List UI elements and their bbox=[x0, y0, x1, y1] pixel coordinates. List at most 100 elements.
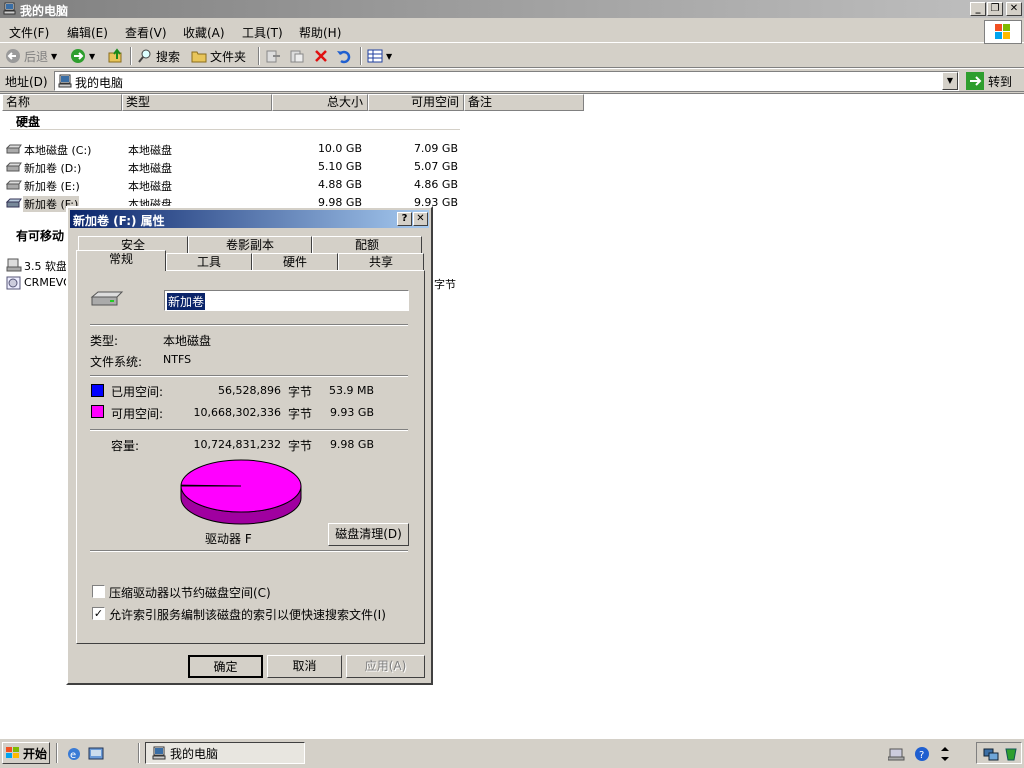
window-titlebar[interactable]: 我的电脑 _ ❐ ✕ bbox=[0, 0, 1024, 18]
column-name[interactable]: 名称 bbox=[2, 94, 122, 111]
folders-button[interactable]: 文件夹 bbox=[191, 46, 246, 66]
go-button[interactable]: 转到 bbox=[966, 72, 1012, 90]
move-to-button[interactable] bbox=[265, 46, 281, 66]
compress-label: 压缩驱动器以节约磁盘空间(C) bbox=[109, 586, 271, 600]
folder-icon bbox=[191, 51, 207, 63]
group-header-removable: 有可移动 bbox=[16, 229, 65, 243]
index-checkbox[interactable]: ✓ bbox=[92, 607, 105, 620]
views-grid-icon bbox=[367, 49, 383, 63]
forward-button[interactable]: ▼ bbox=[70, 46, 95, 66]
tab-quota[interactable]: 配额 bbox=[312, 236, 422, 254]
used-space-swatch bbox=[91, 384, 104, 397]
dialog-title: 新加卷 (F:) 属性 bbox=[73, 214, 165, 228]
menu-favorites[interactable]: 收藏(A) bbox=[183, 24, 225, 41]
network-status-icon[interactable] bbox=[983, 746, 999, 762]
copy-to-button[interactable] bbox=[289, 46, 305, 66]
copy-to-icon bbox=[290, 50, 304, 63]
floppy-drive-icon bbox=[6, 258, 22, 272]
delete-x-icon bbox=[315, 50, 327, 62]
svg-text:?: ? bbox=[919, 750, 924, 761]
computer-icon bbox=[152, 746, 166, 760]
free-space-swatch bbox=[91, 405, 104, 418]
filesystem-label: 文件系统: bbox=[90, 355, 143, 369]
scroll-arrows-icon[interactable] bbox=[940, 745, 950, 763]
computer-icon bbox=[58, 74, 72, 88]
minimize-button[interactable]: _ bbox=[970, 2, 986, 16]
tab-general[interactable]: 常规 bbox=[76, 250, 166, 271]
drive-row[interactable]: 新加卷 (E:) 本地磁盘 4.88 GB 4.86 GB bbox=[6, 176, 466, 194]
tab-hardware[interactable]: 硬件 bbox=[252, 253, 338, 271]
free-space-bytes: 10,668,302,336 bbox=[193, 406, 281, 419]
apply-button[interactable]: 应用(A) bbox=[346, 655, 425, 678]
type-value: 本地磁盘 bbox=[163, 334, 212, 348]
properties-dialog: 新加卷 (F:) 属性 ? ✕ 安全 卷影副本 配额 常规 工具 硬件 共享 新… bbox=[66, 206, 433, 685]
drive-letter-label: 驱动器 F bbox=[205, 532, 252, 546]
type-label: 类型: bbox=[90, 334, 119, 348]
compress-checkbox[interactable] bbox=[92, 585, 105, 598]
menu-view[interactable]: 查看(V) bbox=[125, 24, 167, 41]
tab-shadow-copies[interactable]: 卷影副本 bbox=[188, 236, 312, 254]
start-button[interactable]: 开始 bbox=[2, 742, 50, 764]
security-icon[interactable] bbox=[1003, 746, 1019, 762]
help-icon[interactable]: ? bbox=[914, 746, 930, 762]
menu-tools[interactable]: 工具(T) bbox=[242, 24, 283, 41]
ok-button[interactable]: 确定 bbox=[188, 655, 263, 678]
forward-arrow-icon bbox=[71, 49, 85, 63]
menu-bar: 文件(F) 编辑(E) 查看(V) 收藏(A) 工具(T) 帮助(H) bbox=[0, 19, 1024, 43]
windows-logo bbox=[984, 20, 1022, 44]
go-arrow-icon bbox=[966, 72, 984, 90]
address-input[interactable]: 我的电脑 ▼ bbox=[54, 71, 959, 91]
taskbar: 开始 e 我的电脑 ? bbox=[0, 738, 1024, 768]
window-title: 我的电脑 bbox=[20, 4, 69, 18]
cd-drive-icon bbox=[6, 276, 21, 290]
address-dropdown-button[interactable]: ▼ bbox=[942, 72, 958, 90]
disk-usage-pie-chart bbox=[180, 459, 302, 525]
menu-file[interactable]: 文件(F) bbox=[9, 24, 49, 41]
column-comments[interactable]: 备注 bbox=[464, 94, 584, 111]
column-total-size[interactable]: 总大小 bbox=[272, 94, 368, 111]
hard-drive-icon bbox=[90, 291, 124, 306]
drive-row[interactable]: 本地磁盘 (C:) 本地磁盘 10.0 GB 7.09 GB bbox=[6, 140, 466, 158]
free-space-label: 可用空间: bbox=[111, 407, 164, 421]
volume-name-input[interactable]: 新加卷 bbox=[164, 290, 409, 311]
restore-button[interactable]: ❐ bbox=[987, 2, 1003, 16]
cancel-button[interactable]: 取消 bbox=[267, 655, 342, 678]
hard-drive-icon bbox=[6, 180, 22, 190]
network-icon[interactable] bbox=[888, 746, 906, 762]
used-space-label: 已用空间: bbox=[111, 385, 164, 399]
menu-edit[interactable]: 编辑(E) bbox=[67, 24, 108, 41]
tab-sharing[interactable]: 共享 bbox=[338, 253, 424, 271]
up-folder-button[interactable] bbox=[108, 46, 124, 66]
capacity-label: 容量: bbox=[111, 439, 140, 453]
column-free-space[interactable]: 可用空间 bbox=[368, 94, 464, 111]
index-label: 允许索引服务编制该磁盘的索引以便快速搜索文件(I) bbox=[109, 608, 386, 622]
tab-tools[interactable]: 工具 bbox=[166, 253, 252, 271]
address-bar: 地址(D) 我的电脑 ▼ 转到 bbox=[0, 68, 1024, 92]
back-arrow-icon bbox=[6, 49, 20, 63]
column-type[interactable]: 类型 bbox=[122, 94, 272, 111]
hard-drive-icon bbox=[6, 198, 22, 208]
show-desktop-icon[interactable] bbox=[88, 746, 104, 762]
back-button[interactable]: 后退 ▼ bbox=[5, 46, 57, 66]
dialog-titlebar[interactable]: 新加卷 (F:) 属性 ? ✕ bbox=[70, 210, 429, 228]
disk-cleanup-button[interactable]: 磁盘清理(D) bbox=[328, 523, 409, 546]
delete-button[interactable] bbox=[313, 46, 329, 66]
undo-icon bbox=[337, 50, 351, 64]
free-space-size: 9.93 GB bbox=[329, 406, 374, 419]
views-button[interactable]: ▼ bbox=[367, 46, 392, 66]
menu-help[interactable]: 帮助(H) bbox=[299, 24, 341, 41]
close-button[interactable]: ✕ bbox=[1006, 2, 1022, 16]
drive-row[interactable]: 新加卷 (D:) 本地磁盘 5.10 GB 5.07 GB bbox=[6, 158, 466, 176]
internet-explorer-icon[interactable]: e bbox=[66, 746, 82, 762]
taskbar-button-my-computer[interactable]: 我的电脑 bbox=[145, 742, 305, 764]
used-space-bytes: 56,528,896 bbox=[218, 384, 281, 397]
capacity-size: 9.98 GB bbox=[329, 438, 374, 451]
address-label: 地址(D) bbox=[5, 75, 48, 89]
group-header-hdd: 硬盘 bbox=[16, 115, 41, 129]
help-button[interactable]: ? bbox=[397, 212, 412, 226]
search-button[interactable]: 搜索 bbox=[137, 46, 180, 66]
computer-icon bbox=[3, 2, 16, 15]
dialog-close-button[interactable]: ✕ bbox=[413, 212, 428, 226]
svg-text:e: e bbox=[70, 750, 76, 761]
undo-button[interactable] bbox=[336, 46, 352, 66]
